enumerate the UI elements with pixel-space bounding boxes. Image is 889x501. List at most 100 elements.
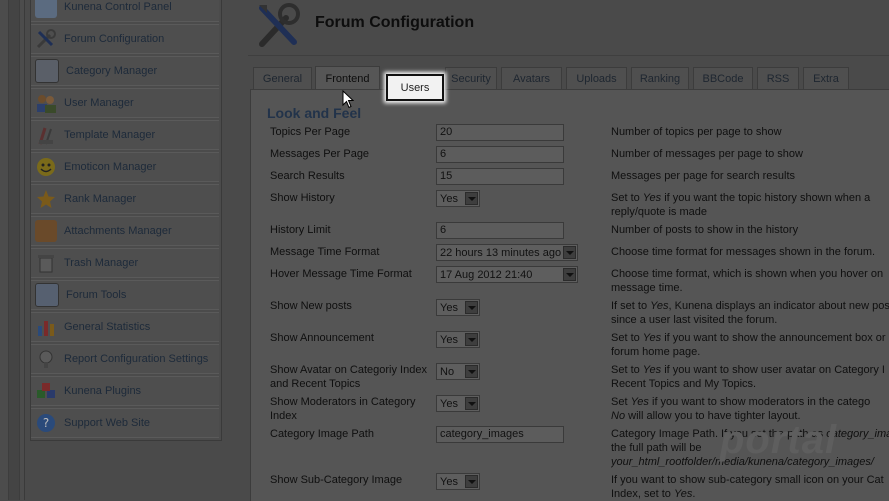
sidebar-item-label: Attachments Manager	[64, 225, 172, 237]
tab-uploads[interactable]: Uploads	[566, 67, 627, 89]
setting-description: Messages per page for search results	[611, 170, 796, 182]
rank-icon	[35, 188, 57, 210]
show-new-posts-select[interactable]: Yes	[436, 299, 480, 316]
setting-description: Number of posts to show in the history	[611, 224, 799, 236]
chevron-down-icon	[465, 333, 478, 346]
sidebar-item-forum-configuration[interactable]: Forum Configuration	[31, 24, 219, 54]
sidebar-item-rank-manager[interactable]: Rank Manager	[31, 184, 219, 214]
tools-icon	[35, 28, 57, 50]
setting-label: Show Sub-Category Image	[270, 474, 403, 486]
chevron-down-icon	[465, 365, 478, 378]
users-icon	[35, 92, 57, 114]
chevron-down-icon	[563, 246, 576, 259]
sidebar-item-label: Category Manager	[66, 65, 158, 77]
setting-description: Choose time format for messages shown in…	[611, 246, 876, 258]
template-icon	[35, 124, 57, 146]
chevron-down-icon	[465, 301, 478, 314]
show-moderators-select[interactable]: Yes	[436, 395, 480, 412]
sidebar-item-report-configuration[interactable]: Report Configuration Settings	[31, 344, 219, 374]
hover-time-format-select[interactable]: 17 Aug 2012 21:40	[436, 266, 578, 283]
setting-label: History Limit	[270, 224, 331, 236]
page-title: Forum Configuration	[315, 14, 475, 31]
statistics-icon	[35, 316, 57, 338]
sidebar-item-forum-tools[interactable]: Forum Tools	[31, 280, 219, 310]
trash-icon	[35, 252, 57, 274]
sidebar-item-label: User Manager	[64, 97, 134, 109]
control-panel-icon	[35, 0, 57, 18]
watermark-logo: portal	[720, 418, 838, 462]
mouse-cursor-icon	[342, 90, 354, 109]
sidebar-item-kunena-plugins[interactable]: Kunena Plugins	[31, 376, 219, 406]
sidebar-item-label: Forum Configuration	[64, 33, 165, 45]
sidebar-item-label: Emoticon Manager	[64, 161, 157, 173]
forum-tools-icon	[35, 283, 59, 307]
tab-extra[interactable]: Extra	[803, 67, 849, 89]
setting-label: Search Results	[270, 170, 345, 182]
select-value: No	[440, 365, 455, 378]
setting-label: Topics Per Page	[270, 126, 351, 138]
tab-users[interactable]: Users	[386, 74, 444, 101]
sidebar-item-label: Template Manager	[64, 129, 156, 141]
tab-bbcode[interactable]: BBCode	[693, 67, 753, 89]
select-value: Yes	[440, 397, 458, 410]
sidebar-item-general-statistics[interactable]: General Statistics	[31, 312, 219, 342]
setting-label: Messages Per Page	[270, 148, 370, 160]
category-image-path-input[interactable]: category_images	[436, 426, 564, 443]
sidebar-item-control-panel[interactable]: Kunena Control Panel	[31, 0, 219, 22]
message-time-format-select[interactable]: 22 hours 13 minutes ago	[436, 244, 578, 261]
sidebar-item-label: Kunena Control Panel	[64, 1, 172, 13]
help-icon: ?	[35, 412, 57, 434]
chevron-down-icon	[465, 192, 478, 205]
show-history-select[interactable]: Yes	[436, 190, 480, 207]
sidebar-item-user-manager[interactable]: User Manager	[31, 88, 219, 118]
sidebar-item-emoticon-manager[interactable]: Emoticon Manager	[31, 152, 219, 182]
setting-description: Number of topics per page to show	[611, 126, 782, 138]
sidebar-item-label: Support Web Site	[64, 417, 151, 429]
messages-per-page-input[interactable]: 6	[436, 146, 564, 163]
setting-label: Show Announcement	[270, 332, 374, 344]
tab-security[interactable]: Security	[445, 67, 497, 89]
show-announcement-select[interactable]: Yes	[436, 331, 480, 348]
sidebar-item-label: Forum Tools	[66, 289, 127, 301]
divider	[248, 55, 889, 56]
chevron-down-icon	[465, 397, 478, 410]
setting-label: Show Moderators in Category Index	[270, 396, 416, 422]
sidebar-item-attachments-manager[interactable]: Attachments Manager	[31, 216, 219, 246]
chevron-down-icon	[465, 475, 478, 488]
setting-description: If set to Yes, Kunena displays an indica…	[611, 300, 889, 326]
sidebar: Kunena Control Panel Forum Configuration…	[30, 0, 222, 441]
setting-label: Hover Message Time Format	[270, 268, 412, 280]
show-avatar-select[interactable]: No	[436, 363, 480, 380]
plugins-icon	[35, 380, 57, 402]
tab-avatars[interactable]: Avatars	[501, 67, 562, 89]
sidebar-item-label: Rank Manager	[64, 193, 137, 205]
tab-rss[interactable]: RSS	[757, 67, 799, 89]
sidebar-item-category-manager[interactable]: Category Manager	[31, 56, 219, 86]
chevron-down-icon	[563, 268, 576, 281]
select-value: Yes	[440, 192, 458, 205]
setting-description: Set to Yes if you want the topic history…	[611, 192, 871, 218]
search-results-input[interactable]: 15	[436, 168, 564, 185]
category-icon	[35, 59, 59, 83]
setting-label: Show Avatar on Categoriy Index and Recent…	[270, 364, 427, 390]
sidebar-item-trash-manager[interactable]: Trash Manager	[31, 248, 219, 278]
select-value: Yes	[440, 301, 458, 314]
tab-ranking[interactable]: Ranking	[631, 67, 689, 89]
tab-frontend[interactable]: Frontend	[315, 66, 380, 90]
sidebar-item-support-web-site[interactable]: ? Support Web Site	[31, 408, 219, 438]
setting-description: Choose time format, which is shown when …	[611, 268, 884, 294]
topics-per-page-input[interactable]: 20	[436, 124, 564, 141]
tools-icon	[259, 3, 300, 47]
history-limit-input[interactable]: 6	[436, 222, 564, 239]
select-value: Yes	[440, 333, 458, 346]
show-subcategory-image-select[interactable]: Yes	[436, 473, 480, 490]
setting-label: Category Image Path	[270, 428, 374, 440]
setting-label: Message Time Format	[270, 246, 380, 258]
sidebar-item-label: Trash Manager	[64, 257, 139, 269]
sidebar-item-template-manager[interactable]: Template Manager	[31, 120, 219, 150]
setting-description: If you want to show sub-category small i…	[611, 474, 884, 500]
tab-general[interactable]: General	[253, 67, 312, 89]
emoticon-icon	[35, 156, 57, 178]
setting-description: Set to Yes if you want to show user avat…	[611, 364, 885, 390]
sidebar-item-label: Kunena Plugins	[64, 385, 142, 397]
